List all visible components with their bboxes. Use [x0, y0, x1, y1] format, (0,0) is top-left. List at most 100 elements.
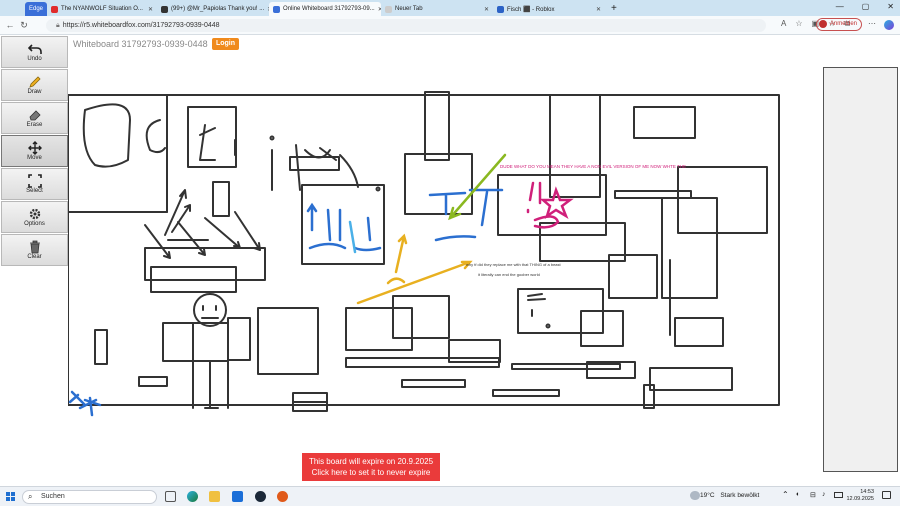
favorite-star-icon[interactable]: ☆	[795, 19, 802, 29]
plus-icon[interactable]: +	[611, 3, 617, 14]
steam-icon[interactable]	[255, 491, 266, 502]
outlook-icon[interactable]	[232, 491, 243, 502]
options-button[interactable]: Options	[1, 201, 68, 233]
blue-stroke	[326, 208, 342, 242]
drawn-rectangle	[187, 106, 237, 168]
volume-icon[interactable]: ♪	[822, 491, 826, 498]
notification-icon[interactable]	[882, 491, 891, 499]
tab-whiteboard[interactable]: Online Whiteboard 31792793-09... ✕	[269, 2, 381, 16]
erase-label: Erase	[26, 122, 43, 128]
tab-label: Neuer Tab	[395, 6, 423, 12]
expire-line-1: This board will expire on 20.9.2025	[308, 457, 434, 466]
green-arrow	[448, 153, 507, 221]
dot	[545, 323, 551, 329]
drawn-rectangle	[511, 363, 621, 370]
close-icon[interactable]: ✕	[484, 6, 489, 13]
expire-banner[interactable]: This board will expire on 20.9.2025 Clic…	[302, 453, 440, 481]
battery-icon[interactable]	[834, 492, 843, 498]
letter-sketch	[82, 103, 131, 168]
drawn-rectangle	[345, 307, 413, 351]
drawn-rectangle	[674, 317, 724, 347]
url-field[interactable]: 🔒︎ https://r5.whiteboardfox.com/31792793-…	[46, 19, 766, 32]
clock-time: 14:53	[860, 489, 874, 495]
drawn-rectangle	[549, 94, 601, 198]
back-icon[interactable]: ←	[3, 20, 17, 30]
close-window-icon[interactable]: ✕	[887, 2, 894, 11]
pencil-icon	[28, 76, 41, 88]
edge-taskbar-icon[interactable]	[187, 491, 198, 502]
close-icon[interactable]: ✕	[148, 6, 153, 13]
tray-app-icon[interactable]: ◐	[796, 491, 800, 498]
x-logo-icon	[161, 5, 168, 13]
signin-button[interactable]: Anmelden	[815, 18, 862, 31]
tab-roblox[interactable]: Fisch ⬛ - Roblox ✕	[493, 2, 605, 16]
erase-button[interactable]: Erase	[1, 102, 68, 134]
clear-button[interactable]: Clear	[1, 234, 68, 266]
undo-button[interactable]: Undo	[1, 36, 68, 68]
network-icon[interactable]: ⊟	[810, 491, 816, 499]
move-icon	[27, 141, 42, 155]
windows-start-icon[interactable]	[6, 492, 15, 501]
tab-edge[interactable]: Edge	[25, 2, 47, 16]
taskbar-search[interactable]: ⌕ Suchen	[22, 490, 157, 504]
tab-label: Fisch ⬛ - Roblox	[507, 6, 555, 13]
draw-label: Draw	[27, 89, 42, 95]
app-icon[interactable]	[277, 491, 288, 502]
select-icon	[27, 174, 42, 188]
drawn-rectangle	[677, 166, 768, 234]
read-aloud-icon[interactable]: A	[781, 19, 786, 29]
undo-label: Undo	[27, 56, 42, 62]
letter-sketch	[145, 119, 166, 154]
pink-stroke	[533, 215, 560, 229]
maximize-icon[interactable]: ▢	[862, 2, 870, 11]
undo-icon	[27, 44, 42, 54]
tab-youtube[interactable]: The NYANWOLF Situation O... ✕	[47, 2, 157, 16]
blue-arrow	[306, 202, 318, 232]
drawn-rectangle	[257, 307, 319, 375]
expire-line-2: Click here to set it to never expire	[311, 468, 431, 477]
pink-note: DUDE WHAT DO YOU MEAN THEY HAVE A NON EV…	[500, 164, 686, 169]
chevron-up-icon[interactable]: ⌃	[782, 490, 789, 499]
whiteboard-icon	[273, 5, 280, 13]
dot	[375, 186, 381, 192]
draw-button[interactable]: Draw	[1, 69, 68, 101]
tab-twitter[interactable]: (99+) @Mr_Papiolas Thank you! ... ✕	[157, 2, 269, 16]
minimize-icon[interactable]: —	[836, 2, 844, 11]
blue-stroke	[428, 188, 504, 227]
refresh-icon[interactable]: ↻	[17, 20, 31, 31]
new-tab-icon	[385, 5, 392, 13]
select-label: Select	[26, 188, 43, 194]
small-note-1: why tf did they replace me with that THI…	[466, 262, 562, 267]
login-button[interactable]: Login	[212, 38, 239, 50]
select-button[interactable]: Select	[1, 168, 68, 200]
address-bar: ← ↻ 🔒︎ https://r5.whiteboardfox.com/31792…	[0, 16, 900, 35]
copilot-icon[interactable]	[884, 20, 894, 30]
letter-sketch	[269, 135, 275, 141]
clock[interactable]: 14:53 12.09.2025	[846, 489, 874, 503]
task-view-icon[interactable]	[165, 491, 176, 502]
move-button[interactable]: Move	[1, 135, 68, 167]
drawn-rectangle	[301, 184, 385, 265]
eraser-icon	[29, 110, 41, 121]
arrow-stroke	[204, 217, 241, 249]
clear-label: Clear	[27, 254, 42, 260]
windows-taskbar: ⌕ Suchen 19°C Stark bewölkt ⌃ ◐ ⊟ ♪ 14:5…	[0, 486, 900, 506]
yellow-stroke	[386, 277, 406, 285]
whiteboard-canvas[interactable]: DUDE WHAT DO YOU MEAN THEY HAVE A NON EV…	[68, 35, 900, 485]
file-explorer-icon[interactable]	[209, 491, 220, 502]
gear-icon	[29, 208, 40, 220]
small-note-2: it literally can end the goober world	[478, 272, 540, 277]
search-placeholder: Suchen	[41, 493, 65, 500]
close-icon[interactable]: ✕	[596, 6, 601, 13]
character-arm	[227, 317, 251, 361]
tab-new-tab[interactable]: Neuer Tab ✕	[381, 2, 493, 16]
weather-widget[interactable]: 19°C Stark bewölkt	[700, 492, 759, 499]
browser-tab-bar: Edge The NYANWOLF Situation O... ✕ (99+)…	[0, 0, 900, 16]
search-icon: ⌕	[28, 492, 33, 501]
url-text: https://r5.whiteboardfox.com/31792793-09…	[62, 22, 220, 29]
roblox-icon	[497, 5, 504, 13]
character-arm	[162, 322, 194, 362]
scribble	[527, 293, 546, 317]
more-menu-icon[interactable]: ⋯	[868, 19, 876, 28]
pink-star	[539, 186, 574, 219]
